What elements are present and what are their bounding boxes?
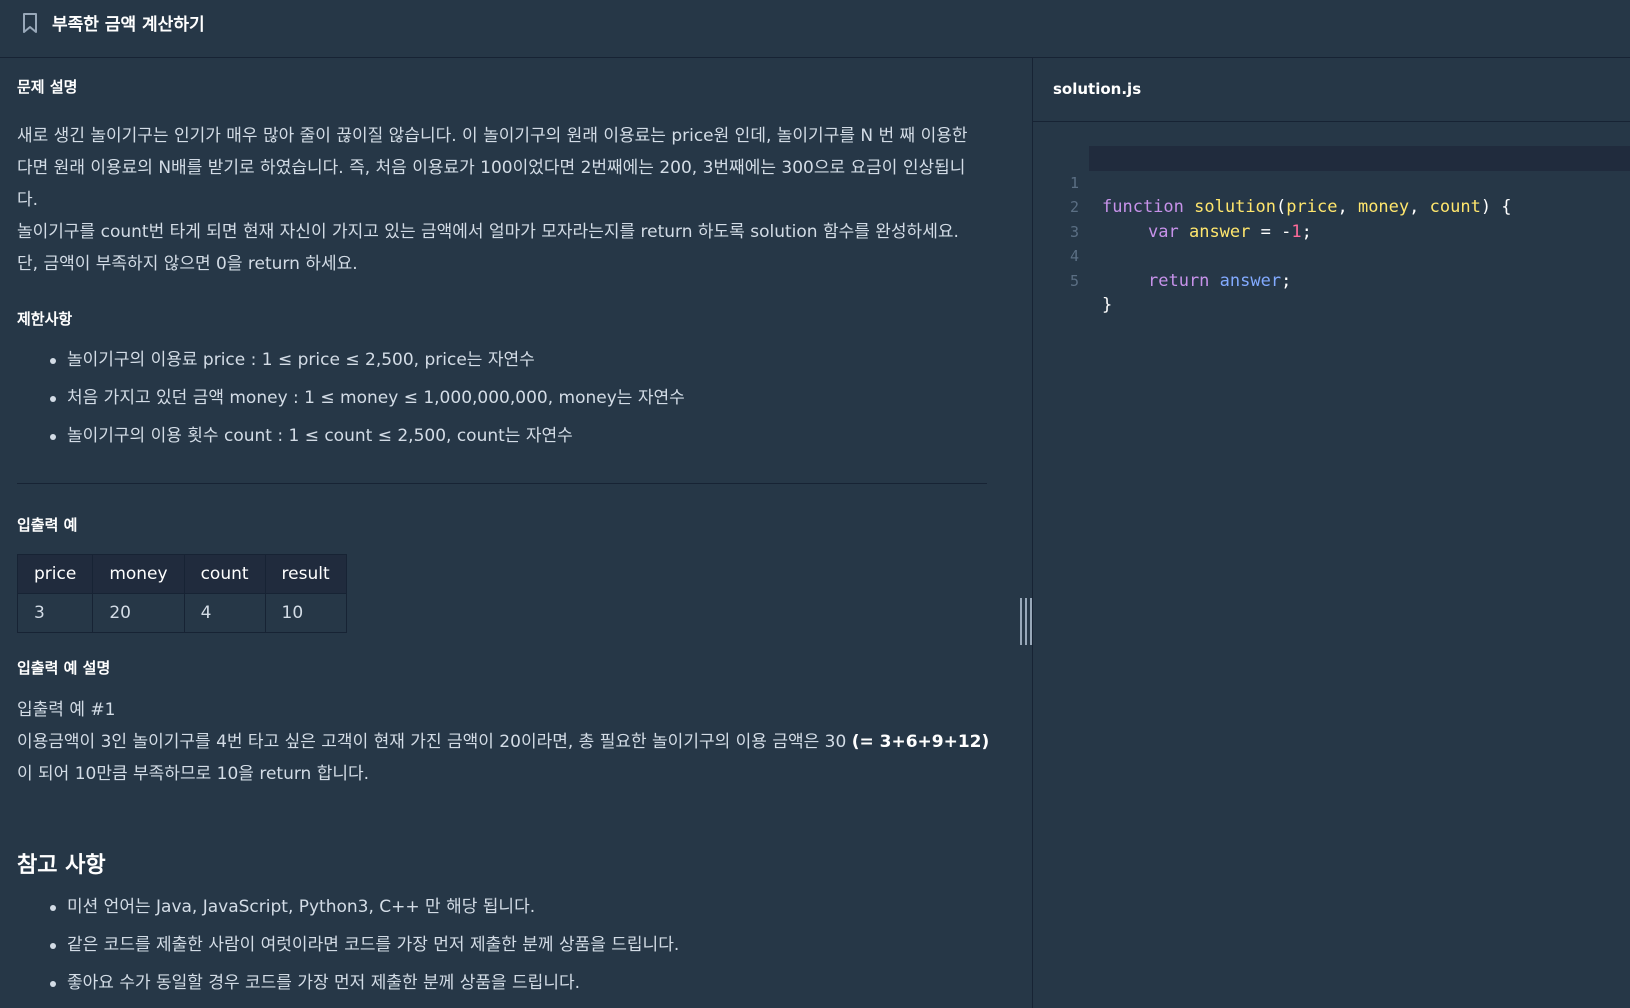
constraints-heading: 제한사항	[17, 310, 73, 328]
io-example-heading: 입출력 예	[17, 516, 78, 534]
io-explanation-line1: 이용금액이 3인 놀이기구를 4번 타고 싶은 고객이 현재 가진 금액이 20…	[17, 732, 852, 752]
code-text: }	[1102, 295, 1113, 315]
references-heading: 참고 사항	[17, 853, 106, 878]
io-explanation-section: 입출력 예 설명	[17, 657, 110, 678]
table-row: 3 20 4 10	[16, 593, 347, 633]
code-line[interactable]: 3	[1033, 195, 1630, 241]
constraints-list: 놀이기구의 이용료 price : 1 ≤ price ≤ 2,500, pri…	[17, 341, 1032, 455]
problem-line: 새로 생긴 놀이기구는 인기가 매우 많아 줄이 끊이질 않습니다. 이 놀이기…	[17, 126, 968, 146]
constraint-item: 놀이기구의 이용 횟수 count : 1 ≤ count ≤ 2,500, c…	[50, 417, 1032, 455]
code-text: return answer;	[1148, 270, 1292, 291]
table-cell: 20	[92, 593, 185, 633]
io-example-section: 입출력 예	[17, 514, 77, 535]
code-area[interactable]: 1 function solution(price, money, count)…	[1033, 146, 1630, 316]
splitter-drag-handle[interactable]	[1019, 598, 1033, 645]
problem-description-text: 새로 생긴 놀이기구는 인기가 매우 많아 줄이 끊이질 않습니다. 이 놀이기…	[17, 120, 1017, 280]
code-line[interactable]: 5 }	[1033, 244, 1630, 316]
problem-heading: 문제 설명	[17, 78, 78, 96]
io-example-table: price money count result 3 20 4 10	[16, 554, 347, 633]
io-explanation-expression: (= 3+6+9+12)	[851, 732, 990, 752]
io-explanation-heading: 입출력 예 설명	[17, 659, 111, 677]
reference-item: 미션 언어는 Java, JavaScript, Python3, C++ 만 …	[50, 888, 1032, 926]
reference-item: 좋아요 수가 동일할 경우 코드를 가장 먼저 제출한 분께 상품을 드립니다.	[50, 964, 1032, 1002]
problem-panel: 문제 설명 새로 생긴 놀이기구는 인기가 매우 많아 줄이 끊이질 않습니다.…	[0, 58, 1032, 1008]
io-explanation-line2: 이 되어 10만큼 부족하므로 10을 return 합니다.	[17, 764, 370, 784]
column-header-price: price	[16, 554, 94, 594]
constraints-section: 제한사항	[17, 308, 1017, 329]
code-editor-panel: solution.js 1 function solution(price, m…	[1033, 58, 1630, 1008]
editor-tab-bar: solution.js	[1033, 58, 1630, 122]
io-explanation-text: 입출력 예 #1 이용금액이 3인 놀이기구를 4번 타고 싶은 고객이 현재 …	[17, 694, 1027, 790]
problem-description-section: 문제 설명	[17, 76, 1017, 97]
problem-line: 놀이기구를 count번 타게 되면 현재 자신이 가지고 있는 금액에서 얼마…	[17, 222, 959, 242]
io-explanation-line: 이용금액이 3인 놀이기구를 4번 타고 싶은 고객이 현재 가진 금액이 20…	[17, 726, 1027, 758]
table-cell: 10	[264, 593, 347, 633]
references-section: 참고 사항	[17, 847, 106, 879]
editor-filename-tab[interactable]: solution.js	[1053, 80, 1141, 98]
problem-line: 다.	[17, 190, 39, 210]
table-cell: 3	[16, 593, 94, 633]
line-number: 5	[1069, 271, 1079, 290]
code-line[interactable]: 4 return answer;	[1033, 220, 1630, 291]
reference-item: 같은 코드를 제출한 사람이 여럿이라면 코드를 가장 먼저 제출한 분께 상품…	[50, 926, 1032, 964]
section-divider	[17, 483, 987, 484]
column-header-count: count	[183, 554, 266, 594]
constraint-item: 처음 가지고 있던 금액 money : 1 ≤ money ≤ 1,000,0…	[50, 379, 1032, 417]
io-explanation-subheading: 입출력 예 #1	[17, 700, 116, 720]
code-line[interactable]: 2 var answer = -1;	[1033, 171, 1630, 242]
problem-line: 다면 원래 이용료의 N배를 받기로 하였습니다. 즉, 처음 이용료가 100…	[17, 158, 966, 178]
table-cell: 4	[183, 593, 266, 633]
column-header-result: result	[264, 554, 347, 594]
top-bar: 부족한 금액 계산하기	[0, 0, 1630, 58]
problem-line: 단, 금액이 부족하지 않으면 0을 return 하세요.	[17, 254, 358, 274]
constraint-item: 놀이기구의 이용료 price : 1 ≤ price ≤ 2,500, pri…	[50, 341, 1032, 379]
bookmark-icon[interactable]	[20, 12, 40, 34]
table-header-row: price money count result	[16, 554, 347, 594]
code-line[interactable]: 1 function solution(price, money, count)…	[1070, 146, 1630, 217]
page-title: 부족한 금액 계산하기	[52, 15, 205, 35]
column-header-money: money	[92, 554, 185, 594]
references-list: 미션 언어는 Java, JavaScript, Python3, C++ 만 …	[17, 888, 1032, 1002]
